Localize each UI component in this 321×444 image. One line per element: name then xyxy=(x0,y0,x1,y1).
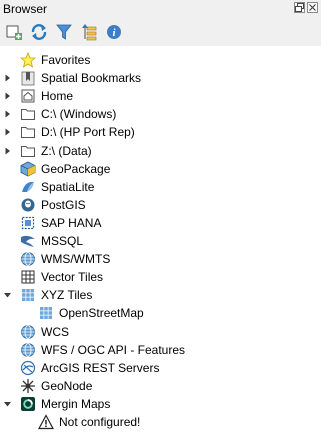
tree-item-label: SAP HANA xyxy=(41,215,102,230)
expand-arrow-right-icon[interactable] xyxy=(3,127,12,137)
expand-arrow-right-icon[interactable] xyxy=(3,146,12,156)
xyz-tiles-icon xyxy=(22,289,34,302)
arcgis-icon xyxy=(20,360,36,375)
panel-title-bar: Browser xyxy=(0,0,321,18)
tree-item-wcs[interactable]: WCS xyxy=(0,323,321,341)
tree-item-wms-wmts[interactable]: WMS/WMTS xyxy=(0,250,321,268)
folder-icon xyxy=(21,109,35,121)
tree-item-z-data[interactable]: Z:\ (Data) xyxy=(0,142,321,160)
expand-arrow-right-icon[interactable] xyxy=(3,91,12,101)
refresh-icon[interactable] xyxy=(29,23,49,41)
tree-item-label: WFS / OGC API - Features xyxy=(41,342,186,357)
tree-item-label: PostGIS xyxy=(41,197,86,212)
tree-item-label: XYZ Tiles xyxy=(41,288,93,303)
mergin-maps-icon xyxy=(21,396,35,411)
panel-title: Browser xyxy=(3,2,48,16)
tree-item-label: Mergin Maps xyxy=(41,396,111,411)
spatialite-icon xyxy=(22,181,34,192)
tree-item-spatialite[interactable]: SpatiaLite xyxy=(0,178,321,196)
tree-item-openstreetmap[interactable]: OpenStreetMap xyxy=(0,304,321,322)
tree-item-label: MSSQL xyxy=(41,234,84,248)
tree-item-label: GeoPackage xyxy=(41,161,111,176)
tree-item-favorites[interactable]: Favorites xyxy=(0,51,321,69)
tree-item-xyz-tiles[interactable]: XYZ Tiles xyxy=(0,286,321,304)
tree-item-label: Favorites xyxy=(41,53,91,67)
xyz-tiles-icon xyxy=(40,307,52,320)
geonode-icon xyxy=(21,378,35,393)
tree-item-label: C:\ (Windows) xyxy=(41,107,117,122)
collapse-all-icon[interactable] xyxy=(79,23,99,41)
tree-item-label: WMS/WMTS xyxy=(41,252,111,267)
sap-hana-icon xyxy=(21,216,35,229)
tree-item-home[interactable]: Home xyxy=(0,87,321,105)
tree-item-spatial-bookmarks[interactable]: Spatial Bookmarks xyxy=(0,69,321,87)
tree-item-geopackage[interactable]: GeoPackage xyxy=(0,160,321,178)
tree-item-mssql[interactable]: MSSQL xyxy=(0,232,321,250)
float-panel-icon[interactable] xyxy=(294,2,305,13)
tree-item-geonode[interactable]: GeoNode xyxy=(0,377,321,395)
tree-item-label: Home xyxy=(41,89,74,104)
tree-item-label: Spatial Bookmarks xyxy=(41,71,142,86)
expand-arrow-right-icon[interactable] xyxy=(3,109,12,119)
tree-item-vector-tiles[interactable]: Vector Tiles xyxy=(0,268,321,286)
globe-icon xyxy=(21,342,35,357)
mssql-icon xyxy=(21,235,35,247)
tree-item-mergin-maps[interactable]: Mergin Maps xyxy=(0,395,321,413)
tree-item-arcgis-rest-servers[interactable]: ArcGIS REST Servers xyxy=(0,359,321,377)
tree-item-label: SpatiaLite xyxy=(41,179,95,194)
globe-icon xyxy=(21,252,35,266)
browser-toolbar: i xyxy=(0,18,321,46)
geopackage-icon xyxy=(20,161,36,177)
browser-tree[interactable]: Favorites Spatial Bookmarks Home C:\ (Windo… xyxy=(0,46,321,444)
warning-icon xyxy=(38,414,54,430)
tree-item-label: D:\ (HP Port Rep) xyxy=(41,125,135,140)
add-layer-icon[interactable] xyxy=(4,23,24,41)
filter-icon[interactable] xyxy=(54,23,74,41)
expand-arrow-down-icon[interactable] xyxy=(3,290,12,300)
close-panel-icon[interactable] xyxy=(307,2,318,13)
tree-item-label: Vector Tiles xyxy=(41,270,104,285)
tree-item-label: OpenStreetMap xyxy=(59,306,144,321)
bookmarks-icon xyxy=(21,71,35,86)
star-icon xyxy=(20,52,36,68)
tree-item-label: Z:\ (Data) xyxy=(41,143,92,158)
tree-item-label: GeoNode xyxy=(41,378,93,393)
folder-icon xyxy=(21,127,35,139)
tree-item-label: WCS xyxy=(41,324,69,339)
globe-icon xyxy=(21,324,35,339)
expand-arrow-down-icon[interactable] xyxy=(3,399,12,409)
vector-tiles-icon xyxy=(21,270,35,284)
folder-icon xyxy=(21,145,35,157)
tree-item-label: ArcGIS REST Servers xyxy=(41,360,160,375)
tree-item-postgis[interactable]: PostGIS xyxy=(0,196,321,214)
tree-item-c-windows[interactable]: C:\ (Windows) xyxy=(0,105,321,123)
expand-arrow-right-icon[interactable] xyxy=(3,73,12,83)
home-folder-icon xyxy=(21,89,35,103)
tree-item-sap-hana[interactable]: SAP HANA xyxy=(0,214,321,232)
tree-item-wfs-ogc-api-features[interactable]: WFS / OGC API - Features xyxy=(0,341,321,359)
postgis-icon xyxy=(21,198,35,212)
info-icon[interactable]: i xyxy=(104,23,124,41)
tree-item-not-configured[interactable]: Not configured! xyxy=(0,413,321,431)
tree-item-d-hp-port-rep[interactable]: D:\ (HP Port Rep) xyxy=(0,123,321,141)
tree-item-label: Not configured! xyxy=(59,415,141,429)
